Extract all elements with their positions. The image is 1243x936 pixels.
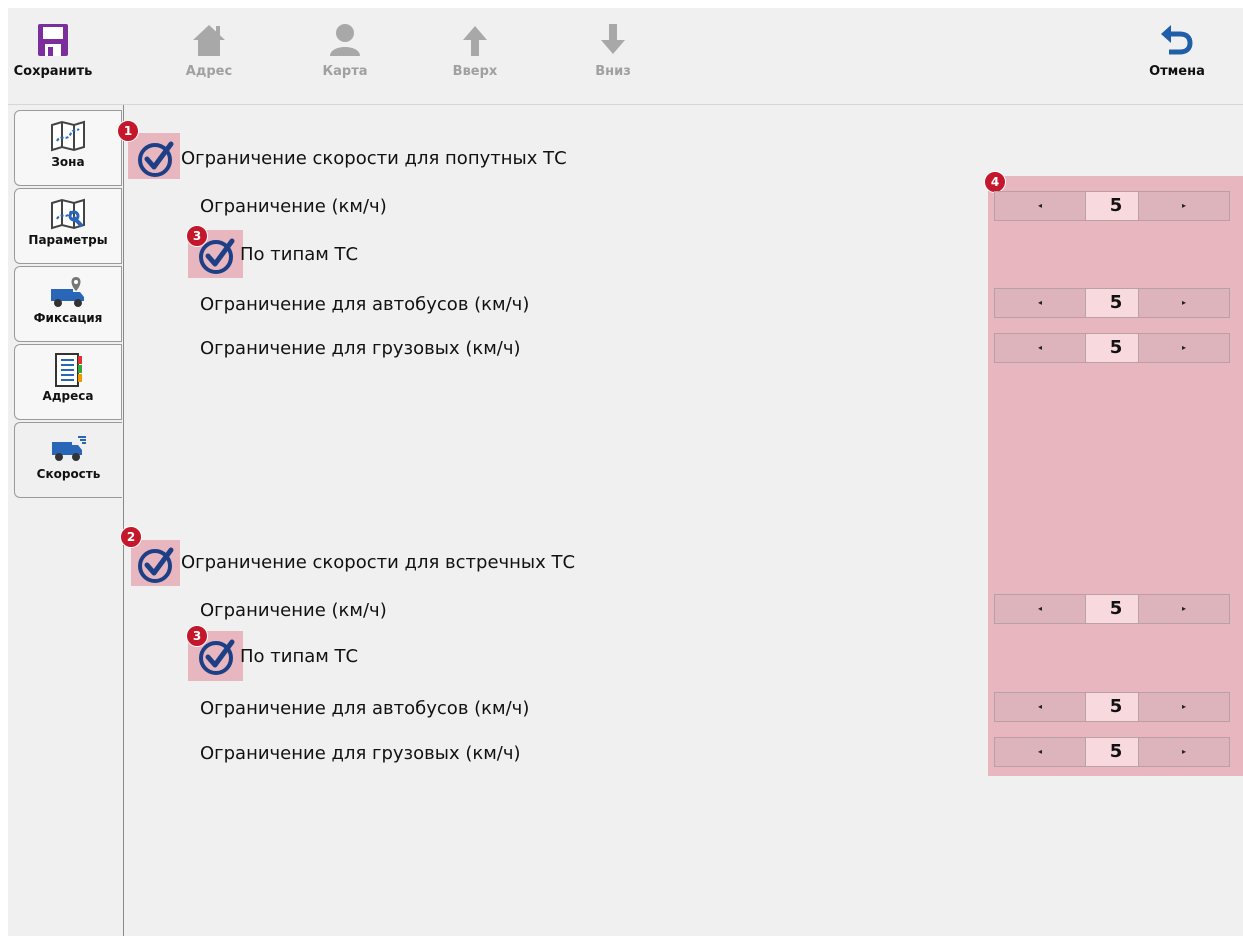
section1-limit-label: Ограничение (км/ч)	[200, 196, 387, 217]
save-label: Сохранить	[13, 64, 93, 79]
tab-zone[interactable]: Зона	[14, 110, 122, 186]
section1-truck-label: Ограничение для грузовых (км/ч)	[200, 338, 521, 359]
section1-truck-value[interactable]: 5	[1086, 334, 1146, 362]
down-label: Вниз	[595, 64, 631, 79]
decrement-button[interactable]: ◂	[995, 289, 1086, 317]
cancel-label: Отмена	[1149, 64, 1205, 79]
home-icon	[193, 25, 225, 56]
addresses-book-icon	[55, 353, 82, 387]
person-icon	[330, 24, 360, 56]
section1-checkbox-icon[interactable]	[136, 139, 176, 179]
fixation-truck-icon	[51, 277, 84, 307]
decrement-button[interactable]: ◂	[995, 693, 1086, 721]
tab-fixation-label: Фиксация	[33, 311, 103, 325]
up-button[interactable]: Вверх	[430, 22, 520, 79]
section1-limit-stepper: ◂ 5 ▸	[994, 191, 1230, 221]
decrement-button[interactable]: ◂	[995, 334, 1086, 362]
decrement-button[interactable]: ◂	[995, 192, 1086, 220]
arrow-down-icon	[601, 24, 625, 54]
decrement-button[interactable]: ◂	[995, 595, 1086, 623]
section2-limit-stepper: ◂ 5 ▸	[994, 594, 1230, 624]
tab-parameters-label: Параметры	[28, 233, 108, 247]
map-button[interactable]: Карта	[300, 22, 390, 79]
save-icon	[38, 24, 68, 56]
cancel-button[interactable]: Отмена	[1132, 22, 1222, 79]
decrement-button[interactable]: ◂	[995, 738, 1086, 766]
increment-button[interactable]: ▸	[1138, 595, 1229, 623]
tab-addresses[interactable]: Адреса	[14, 344, 122, 420]
parameters-icon	[51, 198, 85, 230]
increment-button[interactable]: ▸	[1138, 693, 1229, 721]
increment-button[interactable]: ▸	[1138, 738, 1229, 766]
sidebar: Зона Параметры Фиксация Адреса Скорость	[8, 105, 124, 936]
tab-addresses-label: Адреса	[42, 389, 94, 403]
save-button[interactable]: Сохранить	[8, 22, 98, 79]
tab-fixation[interactable]: Фиксация	[14, 266, 122, 342]
tab-parameters[interactable]: Параметры	[14, 188, 122, 264]
highlight-steppers-column	[988, 176, 1243, 776]
arrow-up-icon	[463, 26, 487, 56]
increment-button[interactable]: ▸	[1138, 289, 1229, 317]
section2-limit-value[interactable]: 5	[1086, 595, 1146, 623]
section2-title: Ограничение скорости для встречных ТС	[181, 552, 576, 573]
section2-bus-label: Ограничение для автобусов (км/ч)	[200, 698, 530, 719]
tab-speed[interactable]: Скорость	[14, 422, 122, 498]
section1-limit-value[interactable]: 5	[1086, 192, 1146, 220]
down-button[interactable]: Вниз	[568, 22, 658, 79]
up-label: Вверх	[452, 64, 498, 79]
speed-truck-icon	[51, 436, 86, 461]
zone-map-icon	[51, 120, 85, 152]
section2-bus-value[interactable]: 5	[1086, 693, 1146, 721]
section2-bus-stepper: ◂ 5 ▸	[994, 692, 1230, 722]
section2-truck-stepper: ◂ 5 ▸	[994, 737, 1230, 767]
section1-bytype-checkbox-icon[interactable]	[197, 236, 237, 276]
section1-bytype-label: По типам ТС	[240, 244, 359, 265]
section1-title: Ограничение скорости для попутных ТС	[181, 148, 567, 169]
section2-bytype-label: По типам ТС	[240, 646, 359, 667]
increment-button[interactable]: ▸	[1138, 192, 1229, 220]
undo-icon	[1161, 25, 1193, 55]
section1-bus-stepper: ◂ 5 ▸	[994, 288, 1230, 318]
section1-truck-stepper: ◂ 5 ▸	[994, 333, 1230, 363]
tab-zone-label: Зона	[51, 155, 85, 169]
section2-checkbox-icon[interactable]	[136, 545, 176, 585]
address-button[interactable]: Адрес	[164, 22, 254, 79]
section2-bytype-checkbox-icon[interactable]	[197, 637, 237, 677]
address-label: Адрес	[185, 64, 233, 79]
section2-limit-label: Ограничение (км/ч)	[200, 600, 387, 621]
app-window: Сохранить Адрес Карта Вверх Вниз Отмена …	[8, 8, 1243, 936]
section1-bus-label: Ограничение для автобусов (км/ч)	[200, 294, 530, 315]
marker-4: 4	[984, 171, 1006, 193]
increment-button[interactable]: ▸	[1138, 334, 1229, 362]
tab-speed-label: Скорость	[36, 467, 101, 481]
section2-truck-label: Ограничение для грузовых (км/ч)	[200, 743, 521, 764]
map-label: Карта	[322, 64, 368, 79]
section1-bus-value[interactable]: 5	[1086, 289, 1146, 317]
section2-truck-value[interactable]: 5	[1086, 738, 1146, 766]
toolbar: Сохранить Адрес Карта Вверх Вниз Отмена	[8, 8, 1243, 105]
